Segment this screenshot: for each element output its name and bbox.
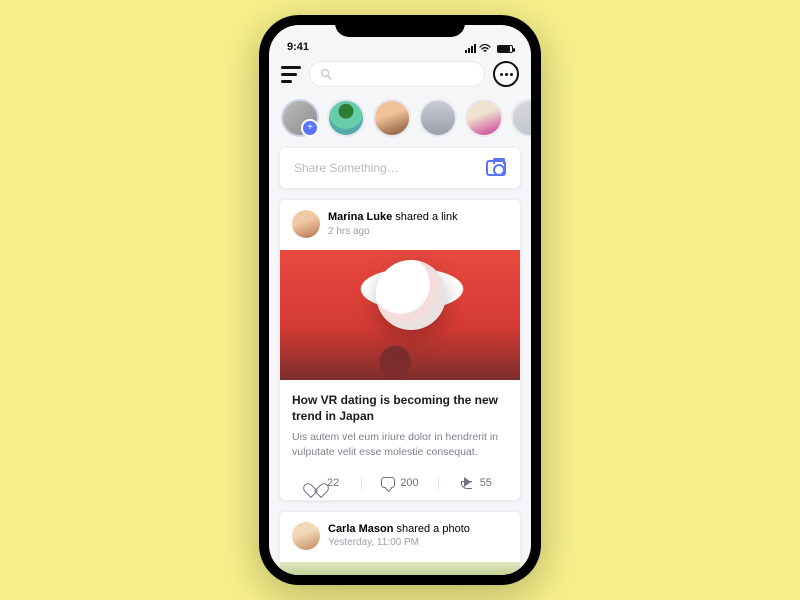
post-action: shared a photo [396,523,469,535]
compose-card[interactable]: Share Something… [279,147,521,189]
post-meta: Marina Luke shared a link 2 hrs ago [328,210,458,237]
comment-count: 200 [400,477,418,489]
share-button[interactable]: 55 [439,477,514,489]
story-item[interactable] [465,99,503,137]
signal-icon [465,44,476,53]
post-header[interactable]: Carla Mason shared a photo Yesterday, 11… [280,512,520,560]
post-time: 2 hrs ago [328,225,458,238]
stories-row[interactable] [269,93,531,147]
notch [335,15,465,37]
story-item[interactable] [327,99,365,137]
app-screen: 9:41 Share Somet [269,25,531,575]
share-icon [461,477,475,489]
avatar[interactable] [292,522,320,550]
author-name: Carla Mason [328,523,393,535]
heart-icon [308,477,322,489]
status-right [465,44,513,53]
article-body[interactable]: How VR dating is becoming the new trend … [280,382,520,470]
post-image[interactable] [280,250,520,380]
messages-button[interactable] [493,61,519,87]
story-add[interactable] [281,99,319,137]
chat-icon [500,73,513,76]
story-item[interactable] [511,99,531,137]
author-name: Marina Luke [328,211,392,223]
top-bar [269,55,531,93]
search-icon [320,68,332,80]
post-image[interactable] [280,562,520,575]
battery-icon [497,45,513,53]
like-button[interactable]: 22 [286,477,361,489]
compose-placeholder: Share Something… [294,161,486,175]
post-action: shared a link [395,211,457,223]
menu-icon[interactable] [281,66,301,83]
article-excerpt: Uis autem vel eum iriure dolor in hendre… [292,430,508,459]
comment-button[interactable]: 200 [362,477,437,489]
comment-icon [381,477,395,488]
story-item[interactable] [373,99,411,137]
clock: 9:41 [287,41,309,53]
share-count: 55 [480,477,492,489]
post-actions: 22 200 55 [280,470,520,500]
post-meta: Carla Mason shared a photo Yesterday, 11… [328,522,470,549]
post-time: Yesterday, 11:00 PM [328,536,470,549]
story-item[interactable] [419,99,457,137]
wifi-icon [479,44,491,53]
article-title: How VR dating is becoming the new trend … [292,392,508,424]
search-input[interactable] [309,61,485,87]
avatar[interactable] [292,210,320,238]
camera-icon[interactable] [486,160,506,176]
phone-frame: 9:41 Share Somet [259,15,541,585]
post-card: Carla Mason shared a photo Yesterday, 11… [279,511,521,575]
post-card: Marina Luke shared a link 2 hrs ago How … [279,199,521,501]
post-header[interactable]: Marina Luke shared a link 2 hrs ago [280,200,520,248]
